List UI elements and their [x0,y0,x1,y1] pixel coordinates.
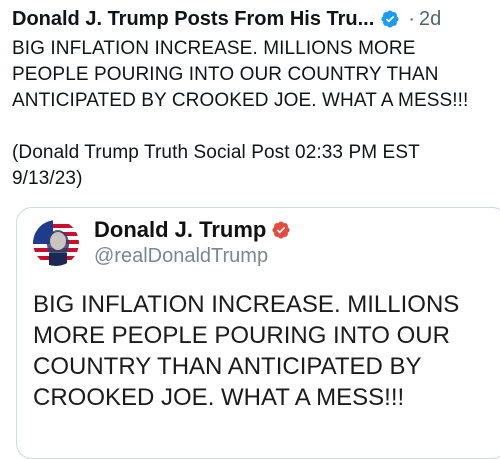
post-card[interactable]: Donald J. Trump Posts From His Tru... · … [0,0,500,459]
quoted-author-label: Donald J. Trump [94,217,267,242]
truth-verified-badge-icon [271,220,291,240]
separator-dot: · [408,7,415,30]
post-timestamp[interactable]: 2d [419,8,441,31]
quoted-author-name[interactable]: Donald J. Trump [94,217,291,243]
post-header: Donald J. Trump Posts From His Tru... · … [12,4,441,34]
quoted-author-handle[interactable]: @realDonaldTrump [94,245,268,268]
verified-badge-icon [380,9,400,29]
author-name[interactable]: Donald J. Trump Posts From His Tru... [12,8,374,31]
quoted-post-text: BIG INFLATION INCREASE. MILLIONS MORE PE… [33,291,460,411]
post-text: BIG INFLATION INCREASE. MILLIONS MORE PE… [12,38,469,189]
avatar[interactable] [33,220,79,266]
quoted-post[interactable]: Donald J. Trump @realDonaldTrump BIG INF… [16,207,500,459]
